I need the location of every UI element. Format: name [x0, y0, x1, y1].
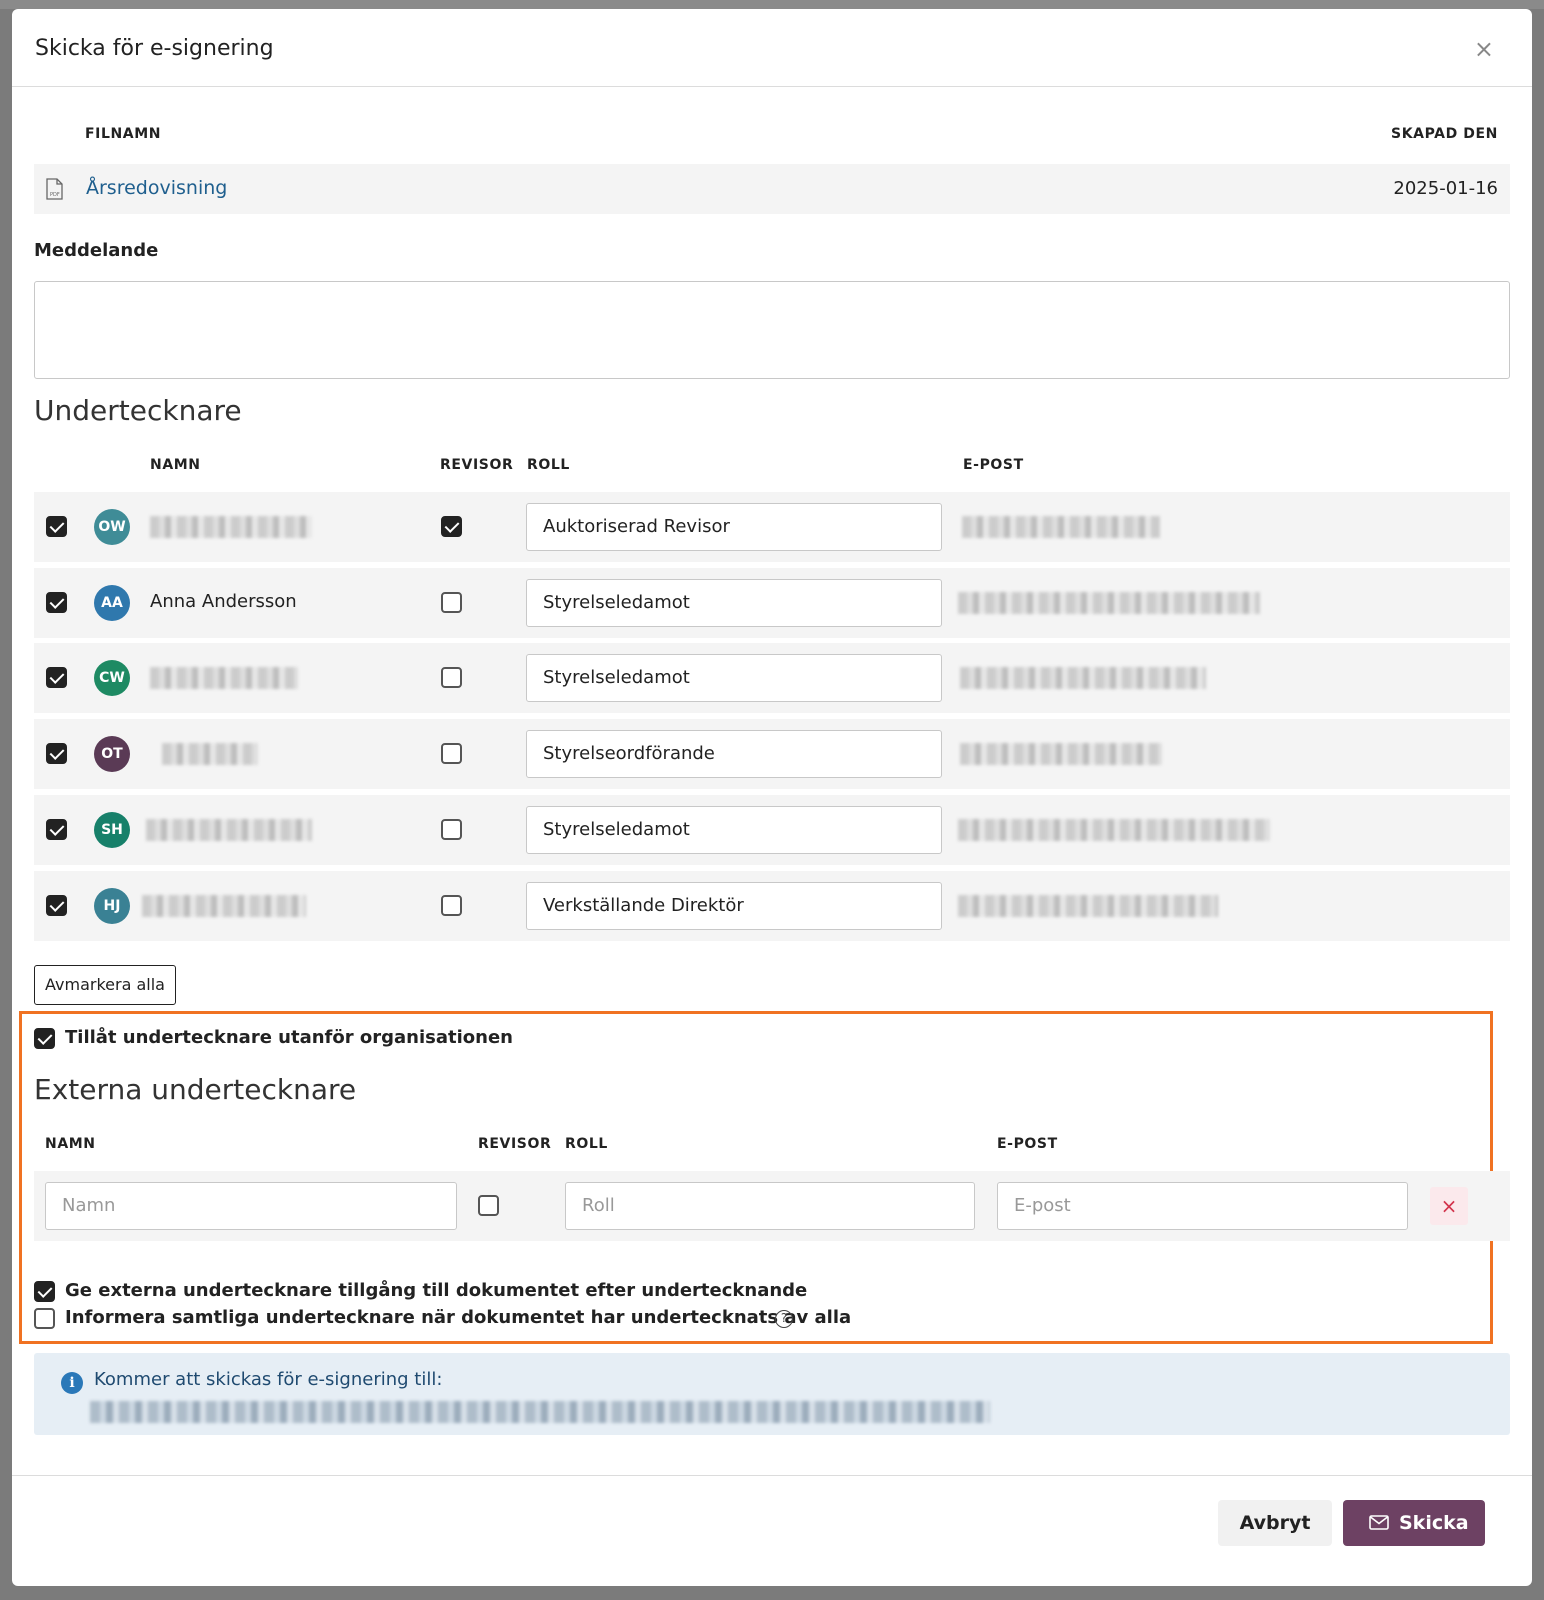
auditor-checkbox[interactable]: [441, 516, 462, 537]
recipients-info-text: Kommer att skickas för e-signering till:: [94, 1369, 443, 1390]
inform-all-label: Informera samtliga undertecknare när dok…: [65, 1307, 852, 1328]
svg-text:PDF: PDF: [50, 192, 60, 198]
grant-access-label: Ge externa undertecknare tillgång till d…: [65, 1280, 808, 1301]
redacted-name: [142, 895, 306, 917]
role-input[interactable]: Auktoriserad Revisor: [526, 503, 942, 551]
ext-col-header-auditor: REVISOR: [478, 1136, 552, 1152]
avatar: OT: [94, 736, 130, 772]
ext-col-header-email: E-POST: [997, 1136, 1058, 1152]
signer-row: CW Styrelseledamot: [34, 643, 1510, 713]
deselect-all-button[interactable]: Avmarkera alla: [34, 965, 176, 1005]
col-header-role: ROLL: [527, 457, 570, 473]
role-input[interactable]: Styrelseledamot: [526, 579, 942, 627]
avatar: AA: [94, 585, 130, 621]
avatar: HJ: [94, 888, 130, 924]
signer-row: HJ Verkställande Direktör: [34, 871, 1510, 941]
role-input[interactable]: Styrelseledamot: [526, 806, 942, 854]
ext-name-input[interactable]: Namn: [45, 1182, 457, 1230]
signer-row: OW Auktoriserad Revisor: [34, 492, 1510, 562]
send-button-label: Skicka: [1399, 1512, 1469, 1534]
auditor-checkbox[interactable]: [441, 819, 462, 840]
external-signer-row: Namn Roll E-post ×: [34, 1171, 1510, 1241]
e-sign-modal: Skicka för e-signering × FILNAMN SKAPAD …: [12, 9, 1532, 1586]
remove-signer-button[interactable]: ×: [1430, 1187, 1468, 1225]
info-icon: i: [61, 1372, 83, 1394]
ext-col-header-role: ROLL: [565, 1136, 608, 1152]
auditor-checkbox[interactable]: [441, 743, 462, 764]
col-header-email: E-POST: [963, 457, 1024, 473]
col-header-filename: FILNAMN: [85, 126, 162, 142]
signer-name: Anna Andersson: [150, 591, 297, 612]
signer-select-checkbox[interactable]: [46, 516, 67, 537]
modal-footer: Avbryt Skicka: [12, 1475, 1532, 1586]
recipients-info-box: i Kommer att skickas för e-signering til…: [34, 1353, 1510, 1435]
signers-heading: Undertecknare: [34, 394, 242, 427]
redacted-email: [958, 592, 1260, 614]
redacted-email: [958, 895, 1218, 917]
redacted-email: [958, 819, 1270, 841]
ext-role-input[interactable]: Roll: [565, 1182, 975, 1230]
redacted-name: [162, 743, 258, 765]
file-created-date: 2025-01-16: [1393, 178, 1498, 199]
ext-email-input[interactable]: E-post: [997, 1182, 1408, 1230]
ext-col-header-name: NAMN: [45, 1136, 96, 1152]
redacted-recipients: [90, 1401, 990, 1423]
redacted-email: [960, 667, 1206, 689]
help-icon[interactable]: ?: [775, 1310, 793, 1328]
message-textarea[interactable]: [34, 281, 1510, 379]
redacted-name: [150, 667, 298, 689]
redacted-email: [960, 743, 1162, 765]
close-icon[interactable]: ×: [1474, 35, 1494, 63]
role-input[interactable]: Styrelseledamot: [526, 654, 942, 702]
signer-select-checkbox[interactable]: [46, 667, 67, 688]
signer-row: AA Anna Andersson Styrelseledamot: [34, 568, 1510, 638]
message-label: Meddelande: [34, 240, 159, 261]
signer-row: OT Styrelseordförande: [34, 719, 1510, 789]
role-input[interactable]: Verkställande Direktör: [526, 882, 942, 930]
envelope-icon: [1369, 1515, 1389, 1530]
signer-row: SH Styrelseledamot: [34, 795, 1510, 865]
send-button[interactable]: Skicka: [1343, 1500, 1485, 1546]
allow-external-label: Tillåt undertecknare utanför organisatio…: [65, 1027, 513, 1048]
avatar: SH: [94, 812, 130, 848]
allow-external-checkbox[interactable]: [34, 1028, 55, 1049]
grant-access-checkbox[interactable]: [34, 1281, 55, 1302]
auditor-checkbox[interactable]: [441, 895, 462, 916]
col-header-created: SKAPAD DEN: [1391, 126, 1498, 142]
modal-header: Skicka för e-signering ×: [12, 9, 1532, 87]
file-row: PDF Årsredovisning 2025-01-16: [34, 164, 1510, 214]
col-header-name: NAMN: [150, 457, 201, 473]
redacted-email: [962, 516, 1160, 538]
redacted-name: [150, 516, 312, 538]
avatar: OW: [94, 509, 130, 545]
inform-all-checkbox[interactable]: [34, 1308, 55, 1329]
signer-select-checkbox[interactable]: [46, 895, 67, 916]
modal-title: Skicka för e-signering: [35, 36, 274, 61]
auditor-checkbox[interactable]: [441, 667, 462, 688]
role-input[interactable]: Styrelseordförande: [526, 730, 942, 778]
signer-select-checkbox[interactable]: [46, 592, 67, 613]
auditor-checkbox[interactable]: [441, 592, 462, 613]
signer-select-checkbox[interactable]: [46, 743, 67, 764]
avatar: CW: [94, 660, 130, 696]
pdf-file-icon: PDF: [46, 178, 63, 200]
col-header-auditor: REVISOR: [440, 457, 514, 473]
cancel-button[interactable]: Avbryt: [1218, 1500, 1332, 1546]
backdrop: [0, 0, 1544, 9]
ext-auditor-checkbox[interactable]: [478, 1195, 499, 1216]
external-signers-heading: Externa undertecknare: [34, 1073, 357, 1106]
file-name-link[interactable]: Årsredovisning: [86, 177, 227, 199]
signer-select-checkbox[interactable]: [46, 819, 67, 840]
redacted-name: [146, 819, 312, 841]
